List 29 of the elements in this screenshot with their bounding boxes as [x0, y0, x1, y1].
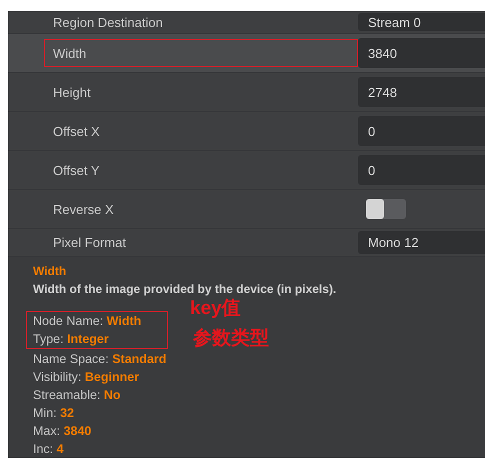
property-label: Width [53, 46, 86, 60]
annotation-text: key值 [190, 297, 242, 321]
value-field[interactable]: 2748 [358, 77, 485, 107]
value-field[interactable]: 0 [358, 155, 485, 185]
property-label: Offset X [53, 124, 100, 138]
attribute-line: Visibility: Beginner [33, 369, 140, 386]
value-field[interactable]: Mono 12 [358, 231, 485, 254]
attribute-line: Min: 32 [33, 405, 74, 422]
description-title: Width [33, 263, 68, 280]
value-field[interactable]: 0 [358, 116, 485, 146]
property-label: Height [53, 84, 91, 100]
attribute-line: Streamable: No [33, 387, 121, 404]
attribute-line: Node Name: Width [33, 313, 142, 330]
property-label: Region Destination [53, 14, 163, 30]
description-text: Width of the image provided by the device (in pixels). [33, 281, 338, 298]
attribute-line: Inc: 4 [33, 441, 64, 458]
property-label: Reverse X [53, 202, 114, 216]
attribute-line: Type: Integer [33, 331, 109, 348]
property-row[interactable]: Region Destination Stream 0 [8, 11, 485, 34]
property-row[interactable]: Pixel Format Mono 12 [8, 229, 485, 257]
attribute-line: Name Space: Standard [33, 351, 166, 368]
property-row[interactable]: Width 3840 [8, 34, 485, 73]
attribute-line: Max: 3840 [33, 423, 92, 440]
value-field[interactable]: Stream 0 [358, 13, 485, 31]
value-field[interactable]: 3840 [358, 38, 485, 68]
property-label: Pixel Format [53, 235, 126, 250]
annotation-text: 参数类型 [193, 327, 269, 351]
toggle-switch[interactable] [366, 199, 406, 219]
property-label: Offset Y [53, 162, 100, 178]
